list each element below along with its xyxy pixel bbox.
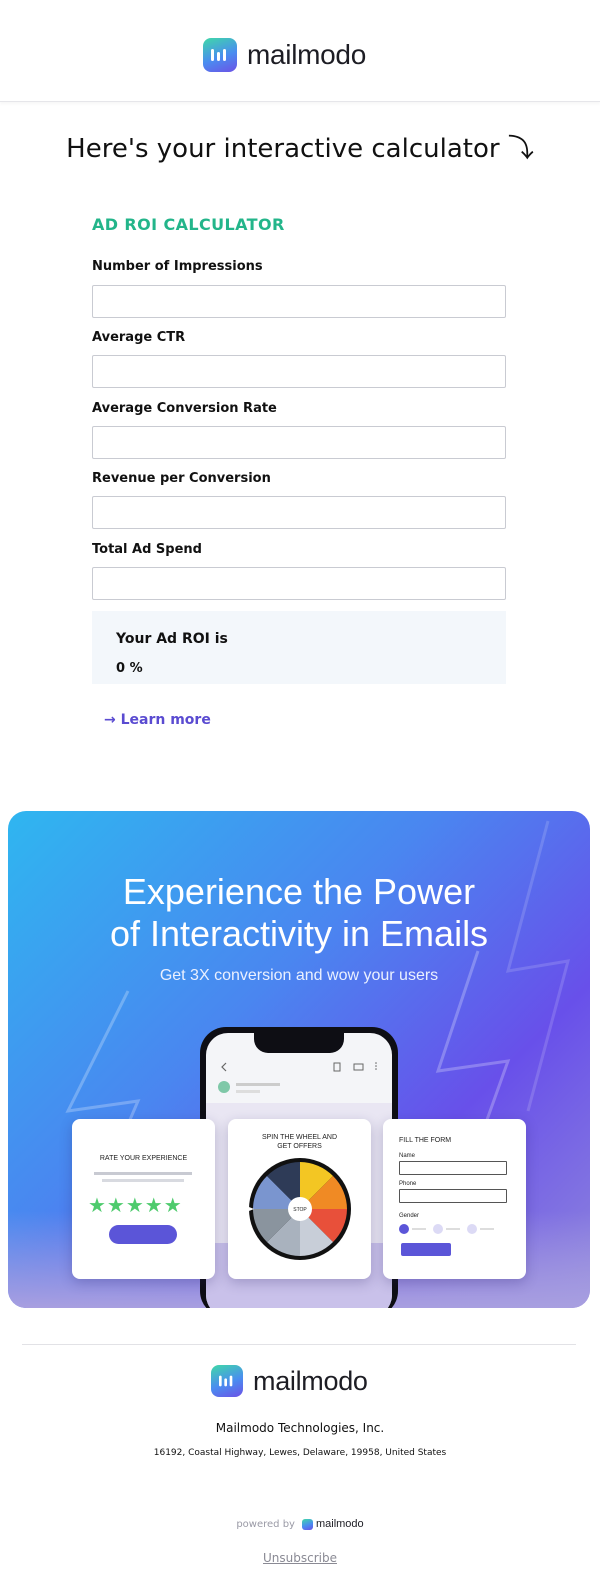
form-phone-label: Phone <box>399 1181 417 1187</box>
interactivity-banner[interactable]: Experience the Power of Interactivity in… <box>8 811 590 1308</box>
roi-result-value: 0 % <box>116 661 143 676</box>
rate-card-title: RATE YOUR EXPERIENCE <box>99 1155 188 1162</box>
footer-brand-name: mailmodo <box>253 1365 368 1396</box>
total-ad-spend-label: Total Ad Spend <box>92 542 202 557</box>
form-card-title: FILL THE FORM <box>399 1137 452 1144</box>
mailmodo-logo-icon <box>203 38 237 72</box>
star-rating-icon[interactable]: ★★★★★ <box>88 1193 183 1217</box>
conversion-rate-label: Average Conversion Rate <box>92 401 277 416</box>
rate-experience-card[interactable]: RATE YOUR EXPERIENCE ★★★★★ <box>72 1119 215 1279</box>
conversion-rate-input[interactable] <box>92 426 506 459</box>
company-address: 16192, Coastal Highway, Lewes, Delaware,… <box>153 1448 447 1458</box>
powered-by-brand: mailmodo <box>315 1518 364 1530</box>
rate-submit-button[interactable] <box>109 1225 177 1244</box>
banner-title: Experience the Power of Interactivity in… <box>8 871 590 955</box>
calculator-title: AD ROI CALCULATOR <box>92 215 285 234</box>
brand-name: mailmodo <box>247 39 366 70</box>
form-name-label: Name <box>399 1153 416 1159</box>
footer-brand[interactable]: mailmodo <box>211 1365 368 1397</box>
banner-title-line-1: Experience the Power <box>122 871 476 912</box>
spin-card-title-line-1: SPIN THE WHEEL AND <box>261 1134 338 1141</box>
roi-result-label: Your Ad ROI is <box>116 631 228 647</box>
gender-radio-group-icon[interactable] <box>399 1223 509 1235</box>
ctr-label: Average CTR <box>92 330 186 345</box>
revenue-per-conversion-input[interactable] <box>92 496 506 529</box>
fill-form-card[interactable]: FILL THE FORM Name Phone Gender <box>383 1119 526 1279</box>
footer-mailmodo-logo-icon <box>211 1365 243 1397</box>
company-name: Mailmodo Technologies, Inc. <box>215 1421 385 1435</box>
learn-more-link[interactable]: → Learn more <box>104 712 211 728</box>
roi-result-box: Your Ad ROI is 0 % <box>92 611 506 684</box>
impressions-input[interactable] <box>92 285 506 318</box>
impressions-label: Number of Impressions <box>92 259 263 274</box>
page-title: Here's your interactive calculator ⤵ <box>66 134 534 164</box>
form-submit-button[interactable] <box>401 1243 451 1256</box>
powered-by-logo-icon <box>301 1518 313 1530</box>
ctr-input[interactable] <box>92 355 506 388</box>
banner-subtitle: Get 3X conversion and wow your users <box>159 967 439 984</box>
form-phone-input[interactable] <box>399 1189 507 1203</box>
form-gender-label: Gender <box>399 1213 420 1219</box>
total-ad-spend-input[interactable] <box>92 567 506 600</box>
unsubscribe-link[interactable]: Unsubscribe <box>0 1551 600 1565</box>
revenue-per-conversion-label: Revenue per Conversion <box>92 471 271 486</box>
spin-card-title-line-2: GET OFFERS <box>277 1143 322 1150</box>
email-header: mailmodo <box>0 0 600 102</box>
rate-card-line-2 <box>102 1179 184 1182</box>
powered-by[interactable]: powered by mailmodo <box>0 1518 600 1530</box>
form-name-input[interactable] <box>399 1161 507 1175</box>
header-brand[interactable]: mailmodo <box>203 38 366 72</box>
spin-stop-label[interactable]: STOP <box>289 1207 311 1213</box>
footer-divider <box>22 1344 576 1345</box>
spin-wheel-card[interactable]: SPIN THE WHEEL AND GET OFFERS STOP <box>228 1119 371 1279</box>
banner-title-line-2: of Interactivity in Emails <box>109 913 489 954</box>
rate-card-line <box>94 1172 192 1175</box>
powered-by-label: powered by <box>236 1518 295 1530</box>
